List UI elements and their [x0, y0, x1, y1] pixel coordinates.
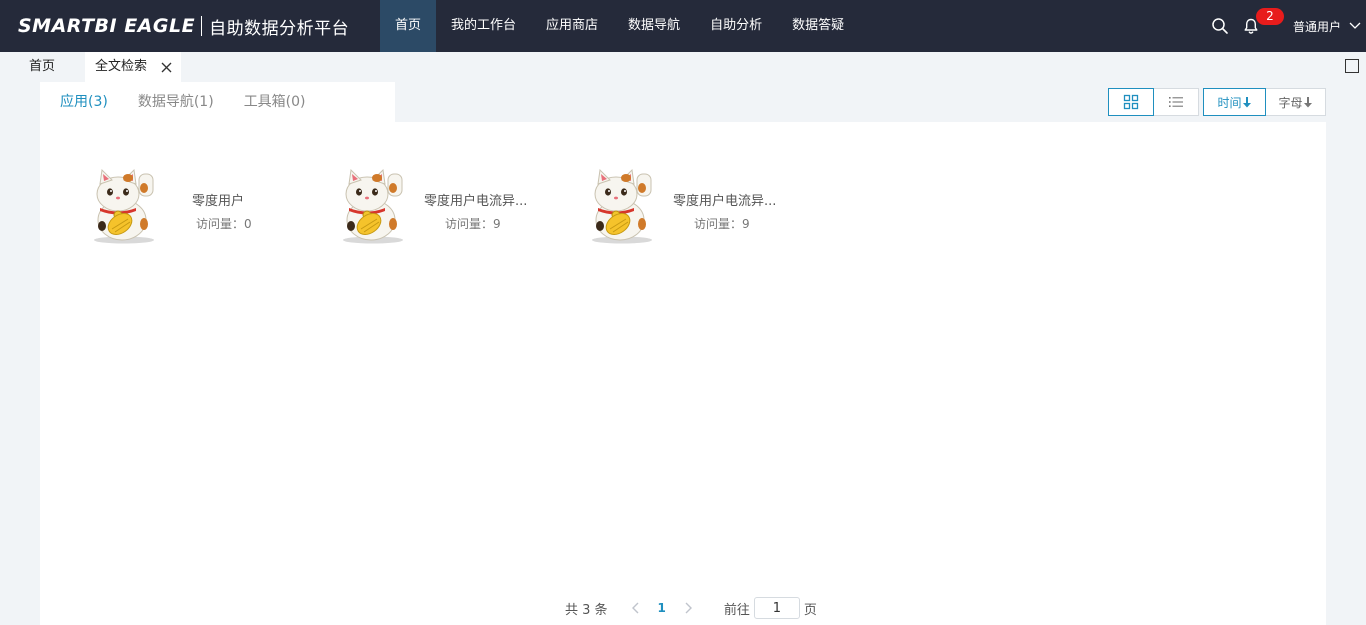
arrow-down-icon: [1303, 97, 1312, 108]
top-navigation-bar: SMARTBI EAGLE 自助数据分析平台 首页 我的工作台 应用商店 数据导…: [0, 0, 1366, 52]
app-cards: 零度用户 访问量：0 零度用户电流异... 访问量：9 零度用户电流异... 访…: [40, 162, 1326, 262]
sort-time-label: 时间: [1217, 95, 1242, 110]
main-nav: 首页 我的工作台 应用商店 数据导航 自助分析 数据答疑: [380, 0, 859, 52]
pagination: 共 3 条 1 前往 页: [565, 597, 817, 619]
logo-subtitle: 自助数据分析平台: [209, 18, 350, 39]
arrow-down-icon: [1242, 97, 1251, 108]
pagination-goto-label: 前往: [723, 602, 750, 618]
logo[interactable]: SMARTBI EAGLE 自助数据分析平台: [18, 12, 349, 40]
nav-item-data-qa[interactable]: 数据答疑: [777, 0, 859, 52]
chevron-right-icon[interactable]: [680, 600, 696, 616]
app-card[interactable]: 零度用户电流异... 访问量：9: [578, 162, 818, 252]
list-icon: [1169, 97, 1183, 107]
lucky-cat-icon: [592, 168, 652, 244]
nav-item-workbench[interactable]: 我的工作台: [436, 0, 531, 52]
sort-alpha-label: 字母: [1278, 95, 1303, 110]
app-card[interactable]: 零度用户电流异... 访问量：9: [329, 162, 569, 252]
nav-item-self-analysis[interactable]: 自助分析: [695, 0, 777, 52]
tab-toolbox[interactable]: 工具箱(0): [244, 82, 306, 122]
app-card-title: 零度用户电流异...: [673, 194, 777, 209]
sort-by-time-button[interactable]: 时间: [1203, 88, 1266, 116]
list-view-button[interactable]: [1154, 88, 1199, 116]
chevron-left-icon[interactable]: [628, 600, 644, 616]
sort-by-alpha-button[interactable]: 字母: [1266, 88, 1326, 116]
app-card-visits: 访问量：9: [445, 217, 501, 231]
app-card-title: 零度用户: [192, 194, 245, 209]
app-card[interactable]: 零度用户 访问量：0: [80, 162, 320, 252]
lucky-cat-icon: [343, 168, 403, 244]
nav-item-home[interactable]: 首页: [380, 0, 437, 52]
page-tab-bar: 首页 全文检索: [0, 52, 1366, 82]
grid-view-button[interactable]: [1108, 88, 1154, 116]
lucky-cat-icon: [94, 168, 154, 244]
pagination-page-suffix: 页: [803, 602, 817, 618]
tab-apps[interactable]: 应用(3): [60, 82, 108, 122]
logo-text: SMARTBI EAGLE: [18, 15, 196, 37]
notification-badge: 2: [1256, 8, 1284, 25]
pagination-page-1[interactable]: 1: [658, 601, 666, 615]
tab-home[interactable]: 首页: [14, 52, 70, 82]
app-card-title: 零度用户电流异...: [424, 194, 528, 209]
result-category-tabs: 应用(3) 数据导航(1) 工具箱(0): [40, 82, 316, 122]
view-sort-controls: 时间 字母: [1108, 88, 1326, 116]
tab-data-navigation[interactable]: 数据导航(1): [138, 82, 214, 122]
logo-divider: [201, 16, 203, 36]
search-results-panel: 应用(3) 数据导航(1) 工具箱(0) 时间 字母 零度用户 访问量：0 零度…: [40, 82, 1326, 625]
pagination-goto-input[interactable]: [753, 597, 800, 619]
close-icon[interactable]: [161, 62, 172, 73]
maximize-icon[interactable]: [1345, 59, 1359, 73]
chevron-down-icon[interactable]: [1349, 21, 1361, 31]
app-card-visits: 访问量：0: [196, 217, 252, 231]
pagination-total: 共 3 条: [565, 602, 608, 618]
nav-item-data-navigation[interactable]: 数据导航: [613, 0, 695, 52]
app-card-visits: 访问量：9: [694, 217, 750, 231]
user-menu[interactable]: 普通用户: [1293, 18, 1341, 35]
grid-icon: [1123, 94, 1139, 110]
search-icon[interactable]: [1211, 17, 1229, 35]
tab-label: 全文检索: [95, 59, 148, 74]
nav-item-app-store[interactable]: 应用商店: [531, 0, 613, 52]
tab-full-text-search[interactable]: 全文检索: [85, 52, 181, 82]
